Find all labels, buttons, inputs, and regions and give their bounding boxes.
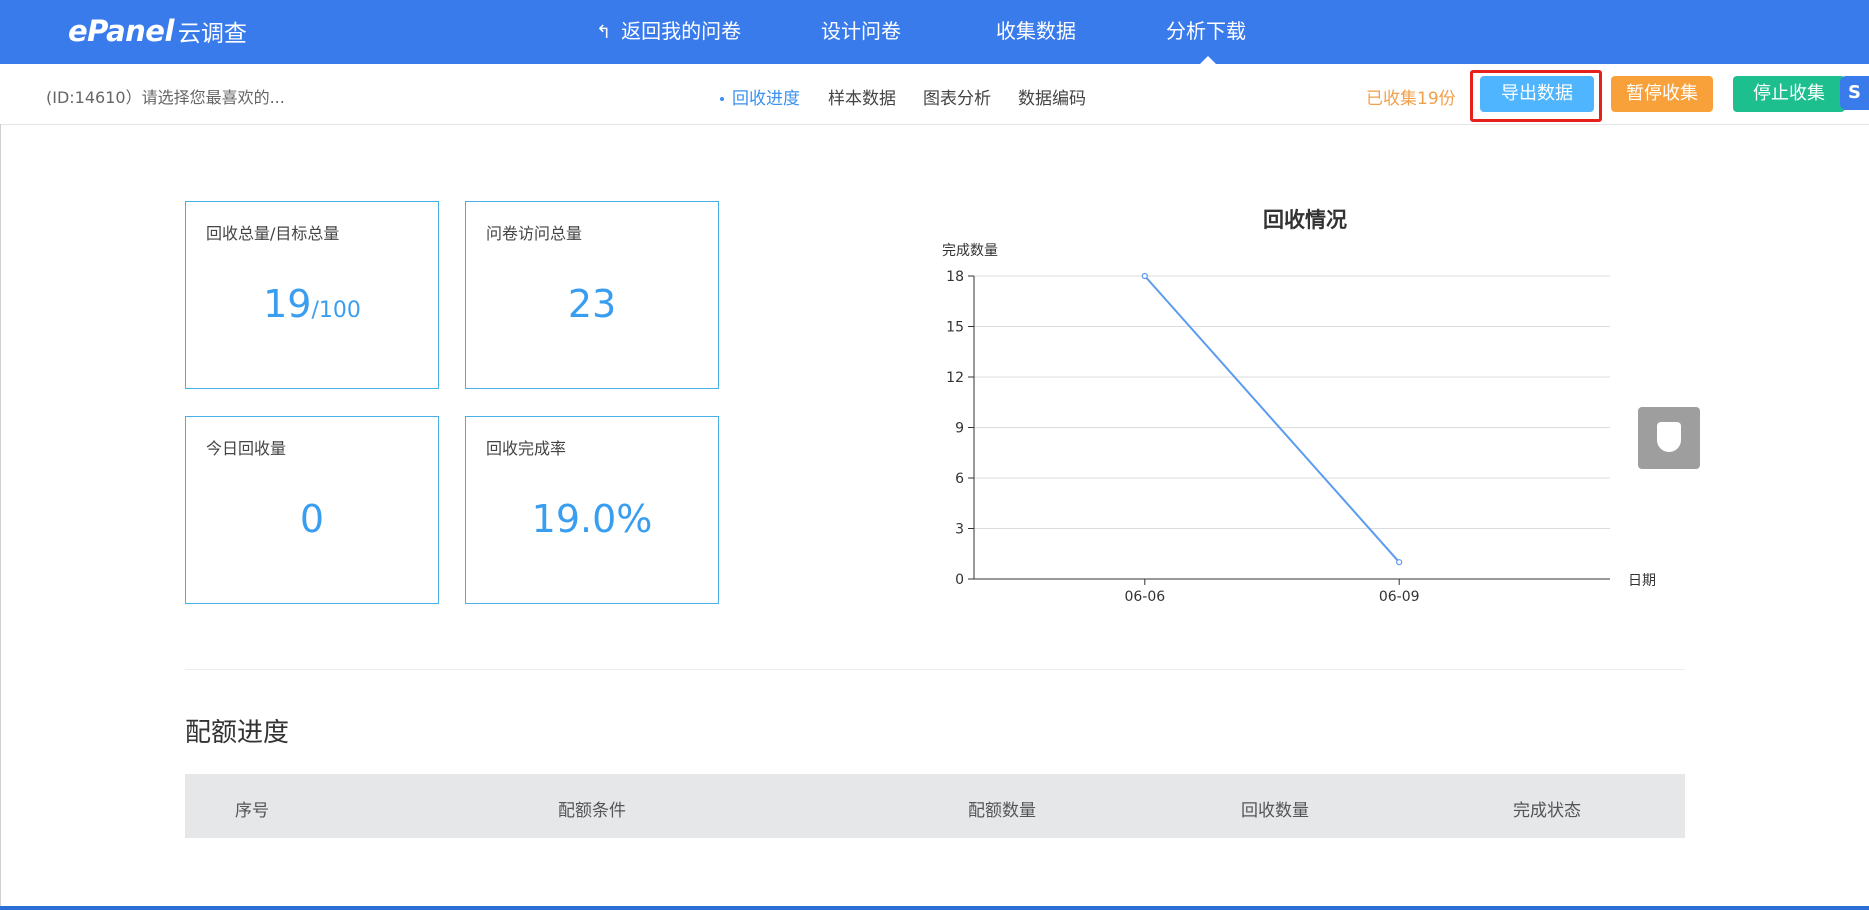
y-tick-label: 3 (955, 522, 964, 538)
section-divider (185, 669, 1685, 670)
nav-collect-data[interactable]: 收集数据 (996, 0, 1076, 64)
stat-suffix: /100 (311, 298, 361, 323)
recovery-chart: 回收情况 完成数量 日期 0 3 6 9 12 15 18 06-06 06-09 (930, 196, 1720, 616)
stat-number: 19.0% (531, 497, 653, 541)
logo-subtext: 云调查 (177, 21, 247, 47)
stat-card-completion-rate: 回收完成率 19.0% (465, 416, 719, 604)
stat-number: 23 (567, 282, 617, 326)
line-chart: 完成数量 日期 0 3 6 9 12 15 18 06-06 06-09 (942, 243, 1656, 605)
highlight-box (1470, 70, 1602, 122)
tab-data-coding[interactable]: 数据编码 (1018, 84, 1086, 109)
stat-value: 19.0% (466, 497, 718, 541)
tab-label: 数据编码 (1018, 89, 1086, 109)
tab-recovery-progress[interactable]: 回收进度 (720, 84, 800, 109)
active-dot-icon (720, 97, 724, 101)
y-tick-label: 12 (946, 370, 964, 386)
quota-section-title: 配额进度 (185, 718, 290, 748)
pause-collection-button[interactable]: 暂停收集 (1611, 76, 1713, 112)
stat-label: 回收完成率 (486, 439, 567, 458)
y-tick-label: 9 (955, 421, 964, 437)
active-nav-indicator (1200, 56, 1216, 64)
quota-table-header: 序号 配额条件 配额数量 回收数量 完成状态 (185, 774, 1685, 838)
stat-label: 今日回收量 (206, 439, 287, 458)
y-tick-label: 6 (955, 471, 964, 487)
logo[interactable]: ePanel 云调查 (68, 14, 247, 48)
stat-label: 回收总量/目标总量 (206, 224, 340, 243)
x-axis-label: 日期 (1628, 573, 1656, 589)
survey-title: (ID:14610）请选择您最喜欢的... (46, 88, 285, 107)
column-header: 序号 (235, 801, 269, 821)
column-header: 回收数量 (1241, 801, 1309, 821)
side-toolbar-icon[interactable]: S (1840, 76, 1869, 110)
nav-label: 收集数据 (996, 19, 1076, 43)
nav-design-survey[interactable]: 设计问卷 (821, 0, 901, 64)
y-tick-label: 15 (946, 320, 964, 336)
stat-number: 19 (263, 282, 312, 326)
stat-card-visits: 问卷访问总量 23 (465, 201, 719, 389)
logo-text: ePanel (68, 14, 174, 48)
x-tick-label: 06-06 (1124, 589, 1165, 605)
stat-card-total: 回收总量/目标总量 19/100 (185, 201, 439, 389)
top-header: ePanel 云调查 ↰ 返回我的问卷 设计问卷 收集数据 分析下载 (0, 0, 1869, 64)
series-line (1144, 275, 1400, 563)
tab-label: 图表分析 (923, 89, 991, 109)
stat-value: 0 (186, 497, 438, 541)
floating-widget[interactable] (1638, 407, 1700, 469)
stop-collection-button[interactable]: 停止收集 (1733, 76, 1845, 112)
tab-chart-analysis[interactable]: 图表分析 (923, 84, 991, 109)
stat-label: 问卷访问总量 (486, 224, 583, 243)
nav-back-to-my-surveys[interactable]: ↰ 返回我的问卷 (596, 0, 741, 64)
nav-label: 返回我的问卷 (621, 19, 742, 43)
data-point (1396, 559, 1403, 566)
data-point (1141, 272, 1148, 280)
bottom-accent-bar (0, 906, 1869, 910)
tab-label: 回收进度 (732, 89, 800, 109)
collected-count: 已收集19份 (1366, 89, 1456, 109)
stat-value: 19/100 (186, 282, 438, 326)
nav-label: 分析下载 (1166, 19, 1246, 43)
nav-label: 设计问卷 (821, 19, 901, 43)
y-tick-label: 18 (946, 269, 964, 285)
y-axis-label: 完成数量 (942, 243, 998, 259)
tab-sample-data[interactable]: 样本数据 (828, 84, 896, 109)
tab-label: 样本数据 (828, 89, 896, 109)
stat-number: 0 (299, 497, 325, 541)
nav-analysis-download[interactable]: 分析下载 (1166, 0, 1246, 64)
mouse-icon (1657, 422, 1681, 452)
column-header: 完成状态 (1513, 801, 1581, 821)
column-header: 配额条件 (558, 801, 626, 821)
stat-value: 23 (466, 282, 718, 326)
column-header: 配额数量 (968, 801, 1036, 821)
back-arrow-icon: ↰ (596, 22, 612, 43)
page-left-border (0, 124, 1, 910)
y-tick-label: 0 (955, 572, 964, 588)
x-tick-label: 06-09 (1379, 589, 1420, 605)
stat-card-today: 今日回收量 0 (185, 416, 439, 604)
